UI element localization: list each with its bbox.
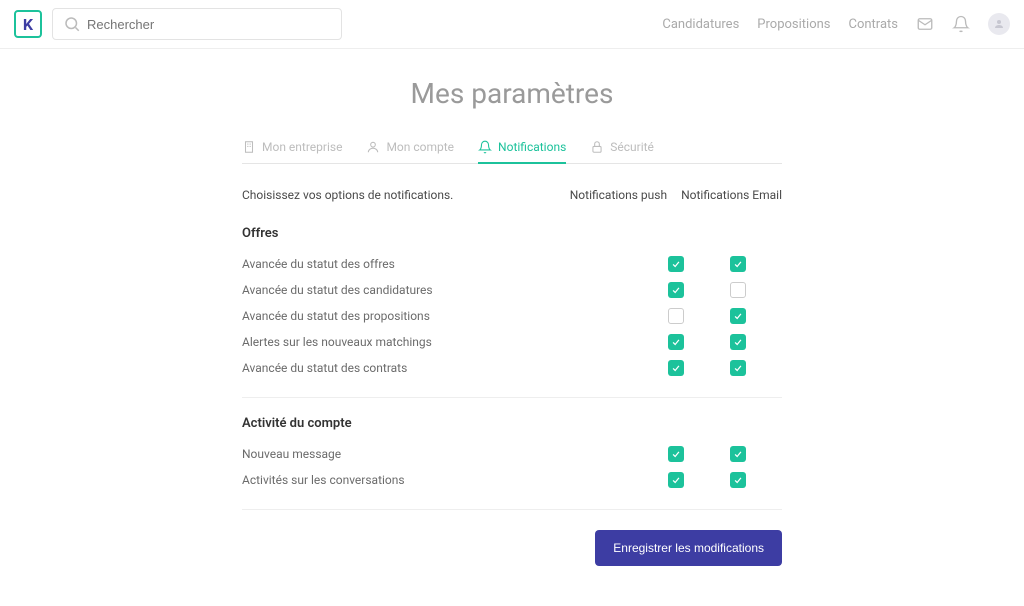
checkbox-push[interactable] xyxy=(668,308,684,324)
checkbox-email[interactable] xyxy=(730,308,746,324)
checkbox-push[interactable] xyxy=(668,360,684,376)
checkbox-email[interactable] xyxy=(730,472,746,488)
section-0: Offres Avancée du statut des offres Avancé… xyxy=(242,226,782,398)
notification-row: Avancée du statut des propositions xyxy=(242,303,782,329)
row-label: Avancée du statut des candidatures xyxy=(242,283,668,297)
avatar[interactable] xyxy=(988,13,1010,35)
user-icon xyxy=(366,140,380,154)
logo[interactable]: K xyxy=(14,10,42,38)
notification-row: Nouveau message xyxy=(242,441,782,467)
notification-row: Avancée du statut des contrats xyxy=(242,355,782,381)
settings-page: Mes paramètres Mon entreprise Mon compte N… xyxy=(232,77,792,606)
building-icon xyxy=(242,140,256,154)
checkbox-push[interactable] xyxy=(668,334,684,350)
search-icon xyxy=(63,15,81,33)
search-box[interactable] xyxy=(52,8,342,40)
checkbox-email[interactable] xyxy=(730,360,746,376)
lock-icon xyxy=(590,140,604,154)
tab-mon-entreprise[interactable]: Mon entreprise xyxy=(242,132,342,164)
intro-text: Choisissez vos options de notifications. xyxy=(242,188,453,202)
checkbox-email[interactable] xyxy=(730,334,746,350)
column-header-push: Notifications push xyxy=(570,188,667,202)
settings-tabs: Mon entreprise Mon compte Notifications Séc… xyxy=(242,132,782,164)
intro-row: Choisissez vos options de notifications.… xyxy=(242,164,782,208)
tab-sécurité[interactable]: Sécurité xyxy=(590,132,654,164)
tab-label: Mon compte xyxy=(386,140,454,154)
app-header: K Candidatures Propositions Contrats xyxy=(0,0,1024,49)
tab-label: Sécurité xyxy=(610,140,654,154)
row-label: Avancée du statut des propositions xyxy=(242,309,668,323)
section-title: Activité du compte xyxy=(242,416,782,431)
row-label: Avancée du statut des offres xyxy=(242,257,668,271)
checkbox-email[interactable] xyxy=(730,446,746,462)
header-nav: Candidatures Propositions Contrats xyxy=(662,13,1010,35)
checkbox-push[interactable] xyxy=(668,256,684,272)
checkbox-push[interactable] xyxy=(668,472,684,488)
nav-candidatures[interactable]: Candidatures xyxy=(662,17,739,32)
notification-row: Avancée du statut des offres xyxy=(242,251,782,277)
column-header-email: Notifications Email xyxy=(681,188,782,202)
search-input[interactable] xyxy=(87,17,331,32)
bell-icon[interactable] xyxy=(952,15,970,33)
section-1: Activité du compte Nouveau message Activit… xyxy=(242,416,782,510)
tab-label: Notifications xyxy=(498,140,566,154)
notification-row: Activités sur les conversations xyxy=(242,467,782,493)
save-button[interactable]: Enregistrer les modifications xyxy=(595,530,782,566)
row-label: Activités sur les conversations xyxy=(242,473,668,487)
section-title: Offres xyxy=(242,226,782,241)
row-label: Avancée du statut des contrats xyxy=(242,361,668,375)
nav-contrats[interactable]: Contrats xyxy=(849,17,899,32)
tab-label: Mon entreprise xyxy=(262,140,342,154)
sections-container: Offres Avancée du statut des offres Avancé… xyxy=(242,226,782,510)
row-label: Nouveau message xyxy=(242,447,668,461)
checkbox-email[interactable] xyxy=(730,256,746,272)
checkbox-push[interactable] xyxy=(668,446,684,462)
checkbox-email[interactable] xyxy=(730,282,746,298)
tab-notifications[interactable]: Notifications xyxy=(478,132,566,164)
notification-row: Avancée du statut des candidatures xyxy=(242,277,782,303)
page-title: Mes paramètres xyxy=(242,77,782,110)
row-label: Alertes sur les nouveaux matchings xyxy=(242,335,668,349)
notification-row: Alertes sur les nouveaux matchings xyxy=(242,329,782,355)
tab-mon-compte[interactable]: Mon compte xyxy=(366,132,454,164)
checkbox-push[interactable] xyxy=(668,282,684,298)
mail-icon[interactable] xyxy=(916,15,934,33)
nav-propositions[interactable]: Propositions xyxy=(757,17,830,32)
bell-icon xyxy=(478,140,492,154)
